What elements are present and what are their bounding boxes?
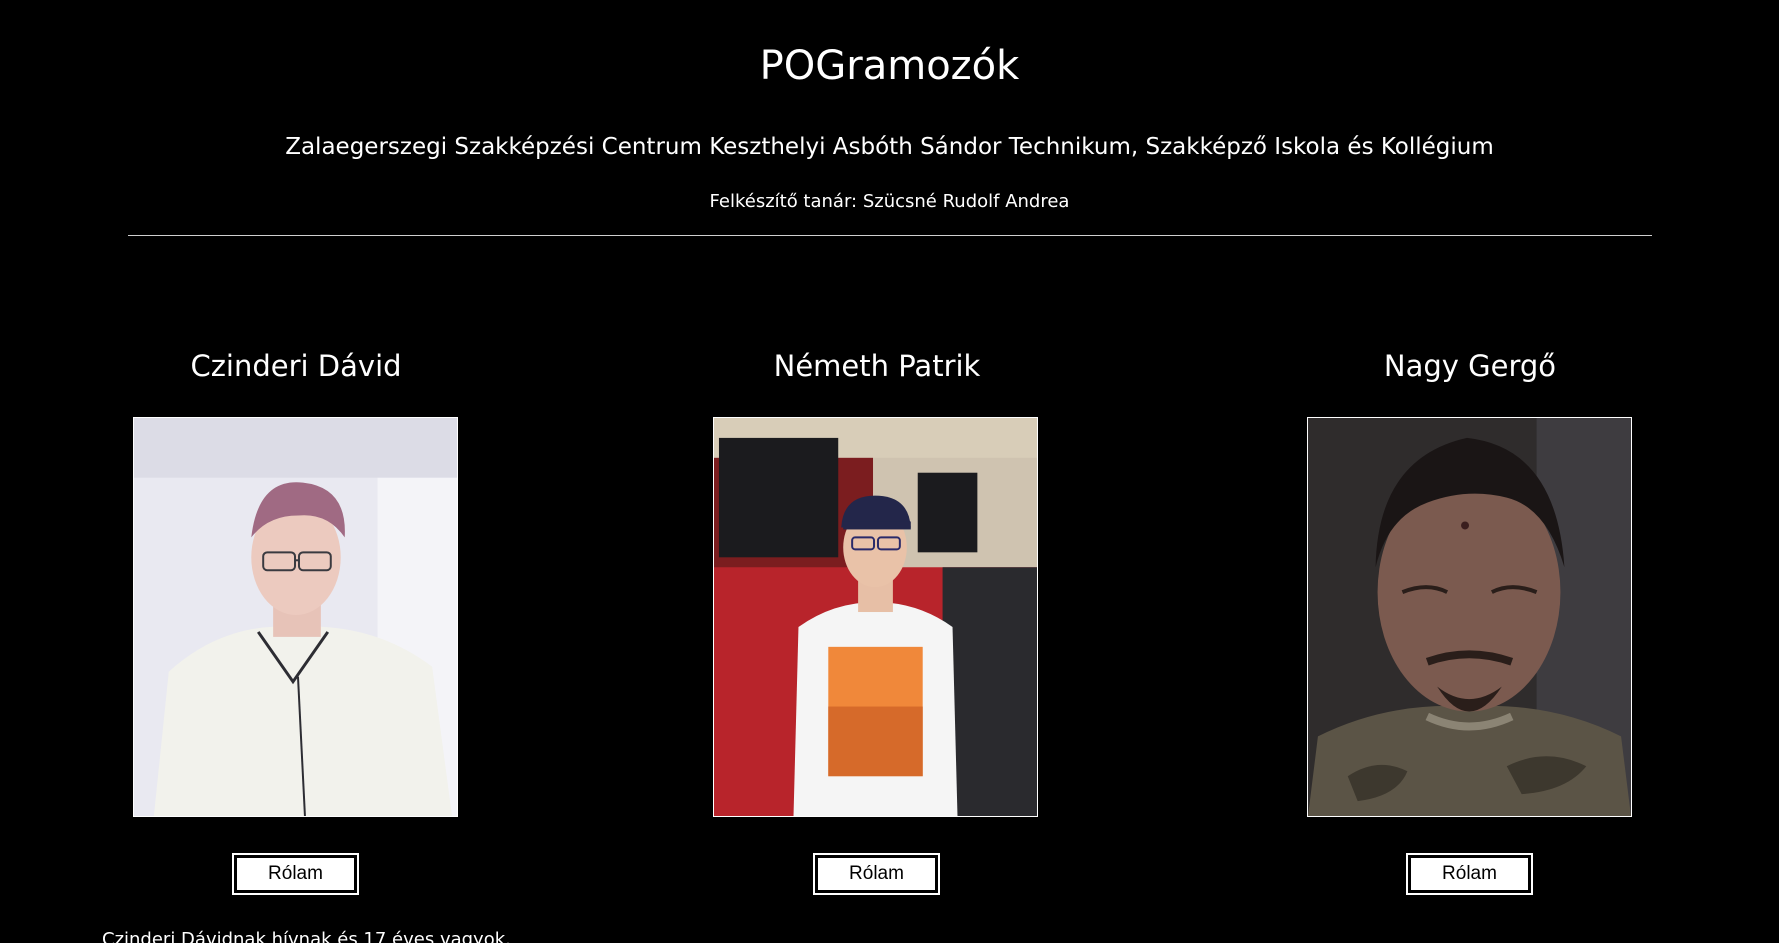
about-button-nemeth[interactable]: Rólam	[813, 853, 940, 895]
member-photo-nagy	[1307, 417, 1632, 817]
member-name-czinderi: Czinderi Dávid	[190, 349, 402, 383]
member-photo-nemeth	[713, 417, 1038, 817]
about-button-czinderi[interactable]: Rólam	[232, 853, 359, 895]
school-name: Zalaegerszegi Szakképzési Centrum Keszth…	[285, 134, 1494, 160]
member-name-nemeth: Németh Patrik	[773, 349, 981, 383]
page: POGramozók Zalaegerszegi Szakképzési Cen…	[0, 0, 1779, 943]
site-title: POGramozók	[759, 43, 1020, 89]
teacher-line: Felkészítő tanár: Szücsné Rudolf Andrea	[709, 191, 1070, 212]
about-button-nagy[interactable]: Rólam	[1406, 853, 1533, 895]
bio-text: Czinderi Dávidnak hívnak és 17 éves vagy…	[102, 929, 511, 943]
member-name-nagy: Nagy Gergő	[1383, 349, 1557, 383]
member-photo-czinderi	[133, 417, 458, 817]
header-divider	[128, 235, 1652, 236]
